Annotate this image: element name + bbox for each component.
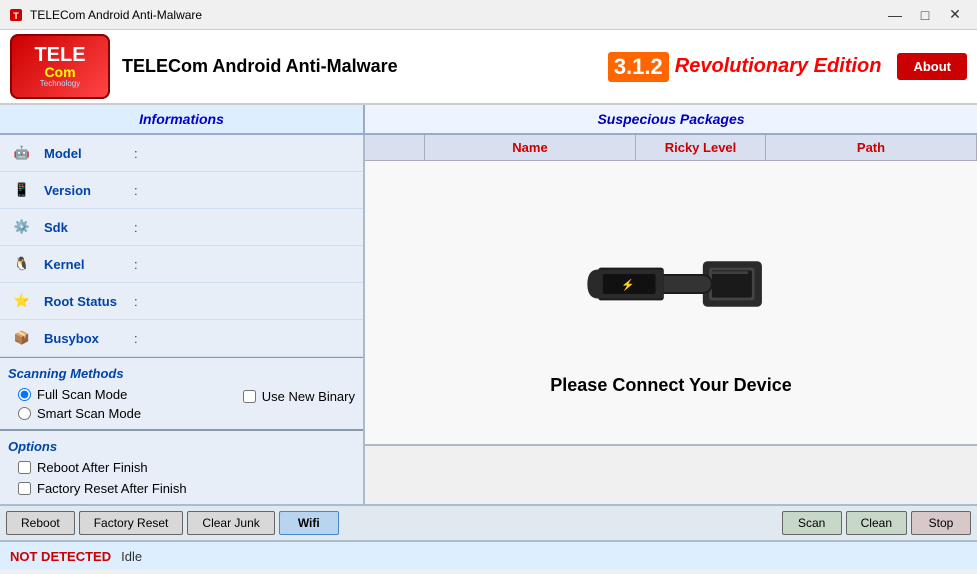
status-not-detected: NOT DETECTED — [10, 549, 111, 564]
new-binary-checkbox[interactable] — [243, 390, 256, 403]
maximize-button[interactable]: □ — [911, 1, 939, 29]
stop-button[interactable]: Stop — [911, 511, 971, 535]
reboot-button[interactable]: Reboot — [6, 511, 75, 535]
log-area — [365, 444, 977, 504]
usb-cable-icon: ⚡ — [571, 209, 771, 359]
th-col0 — [365, 135, 425, 160]
busybox-icon: 📦 — [8, 324, 36, 352]
model-label: Model — [44, 146, 134, 161]
logo-tele: TELE — [34, 45, 85, 65]
scanning-section: Scanning Methods Full Scan Mode Smart Sc… — [0, 358, 363, 431]
info-row-version: 📱 Version : — [0, 172, 363, 209]
root-icon: ⭐ — [8, 287, 36, 315]
scan-button[interactable]: Scan — [782, 511, 842, 535]
reboot-label[interactable]: Reboot After Finish — [37, 460, 148, 475]
info-row-model: 🤖 Model : — [0, 135, 363, 172]
scanning-title: Scanning Methods — [8, 366, 355, 381]
info-row-root: ⭐ Root Status : — [0, 283, 363, 320]
options-title: Options — [8, 439, 355, 454]
full-scan-radio[interactable] — [18, 388, 31, 401]
close-button[interactable]: ✕ — [941, 1, 969, 29]
app-title: TELECom Android Anti-Malware — [122, 56, 602, 77]
full-scan-label[interactable]: Full Scan Mode — [37, 387, 127, 402]
window-controls: — □ ✕ — [881, 1, 969, 29]
connect-message: Please Connect Your Device — [550, 375, 791, 396]
factory-reset-label[interactable]: Factory Reset After Finish — [37, 481, 187, 496]
table-header: Name Ricky Level Path — [365, 135, 977, 161]
sdk-icon: ⚙️ — [8, 213, 36, 241]
left-panel: 🤖 Model : 📱 Version : ⚙️ Sdk : 🐧 Kernel — [0, 135, 365, 504]
tab-bar: Informations Suspecious Packages — [0, 105, 977, 135]
clear-junk-button[interactable]: Clear Junk — [187, 511, 274, 535]
model-icon: 🤖 — [8, 139, 36, 167]
logo-com: Com — [44, 65, 75, 79]
scan-radio-group: Full Scan Mode Smart Scan Mode — [8, 387, 141, 421]
smart-scan-row: Smart Scan Mode — [18, 406, 141, 421]
th-path: Path — [766, 135, 977, 160]
clean-button[interactable]: Clean — [846, 511, 907, 535]
full-scan-row: Full Scan Mode — [18, 387, 141, 402]
device-placeholder: ⚡ Please Connect Your Device — [550, 209, 791, 396]
reboot-row: Reboot After Finish — [18, 460, 355, 475]
reboot-checkbox[interactable] — [18, 461, 31, 474]
new-binary-label[interactable]: Use New Binary — [262, 389, 355, 404]
version-icon: 📱 — [8, 176, 36, 204]
root-label: Root Status — [44, 294, 134, 309]
about-button[interactable]: About — [897, 53, 967, 80]
status-bar: NOT DETECTED Idle — [0, 540, 977, 570]
tab-informations[interactable]: Informations — [0, 105, 365, 133]
options-checks: Reboot After Finish Factory Reset After … — [8, 460, 355, 496]
kernel-label: Kernel — [44, 257, 134, 272]
scan-options-row: Full Scan Mode Smart Scan Mode Use New B… — [8, 387, 355, 421]
tab-suspicious[interactable]: Suspecious Packages — [365, 105, 977, 133]
smart-scan-label[interactable]: Smart Scan Mode — [37, 406, 141, 421]
info-row-sdk: ⚙️ Sdk : — [0, 209, 363, 246]
logo: TELE Com Technology — [10, 34, 110, 99]
busybox-label: Busybox — [44, 331, 134, 346]
svg-text:T: T — [13, 11, 19, 21]
table-body: ⚡ Please Connect Your Device — [365, 161, 977, 444]
version-label: Version — [44, 183, 134, 198]
th-ricky: Ricky Level — [636, 135, 766, 160]
smart-scan-radio[interactable] — [18, 407, 31, 420]
right-panel: Name Ricky Level Path — [365, 135, 977, 504]
factory-reset-checkbox[interactable] — [18, 482, 31, 495]
svg-text:⚡: ⚡ — [621, 279, 635, 292]
title-bar-text: TELECom Android Anti-Malware — [30, 8, 881, 22]
wifi-button[interactable]: Wifi — [279, 511, 339, 535]
minimize-button[interactable]: — — [881, 1, 909, 29]
main-content: 🤖 Model : 📱 Version : ⚙️ Sdk : 🐧 Kernel — [0, 135, 977, 504]
info-row-busybox: 📦 Busybox : — [0, 320, 363, 357]
logo-tech: Technology — [40, 79, 80, 89]
title-bar: T TELECom Android Anti-Malware — □ ✕ — [0, 0, 977, 30]
th-name: Name — [425, 135, 636, 160]
new-binary-row: Use New Binary — [243, 389, 355, 404]
options-section: Options Reboot After Finish Factory Rese… — [0, 431, 363, 504]
sdk-label: Sdk — [44, 220, 134, 235]
status-idle: Idle — [121, 549, 142, 564]
subtitle: Revolutionary Edition — [675, 55, 882, 78]
factory-reset-row: Factory Reset After Finish — [18, 481, 355, 496]
version-badge: 3.1.2 — [608, 52, 669, 82]
factory-reset-button[interactable]: Factory Reset — [79, 511, 184, 535]
bottom-buttons: Reboot Factory Reset Clear Junk Wifi Sca… — [0, 504, 977, 540]
info-section: 🤖 Model : 📱 Version : ⚙️ Sdk : 🐧 Kernel — [0, 135, 363, 357]
app-icon: T — [8, 7, 24, 23]
kernel-icon: 🐧 — [8, 250, 36, 278]
app-header: TELE Com Technology TELECom Android Anti… — [0, 30, 977, 105]
info-row-kernel: 🐧 Kernel : — [0, 246, 363, 283]
